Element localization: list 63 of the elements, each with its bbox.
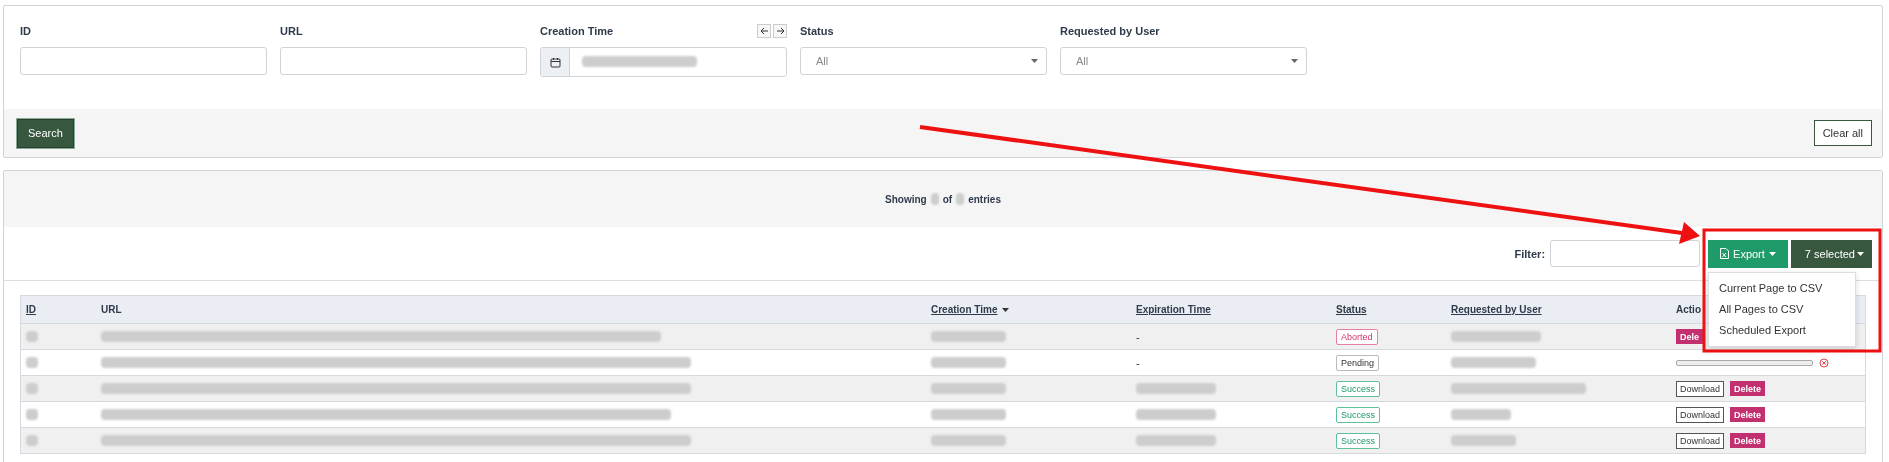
status-badge: Success <box>1336 380 1380 397</box>
field-label: Creation Time <box>540 25 614 37</box>
spreadsheet-file-icon <box>1720 248 1730 259</box>
redacted-text <box>26 357 38 368</box>
redacted-text <box>1451 435 1516 446</box>
status-badge: Success <box>1336 432 1380 449</box>
delete-button[interactable]: Dele <box>1676 329 1703 344</box>
delete-button[interactable]: Delete <box>1730 381 1766 396</box>
download-button[interactable]: Download <box>1676 432 1725 449</box>
caret-icon <box>1031 59 1038 63</box>
redacted-text <box>930 193 939 205</box>
summary-text: entries <box>968 193 1001 205</box>
column-header[interactable]: Status <box>1336 304 1367 315</box>
field-label: Requested by User <box>1060 25 1160 37</box>
cancel-icon[interactable] <box>1819 357 1829 368</box>
download-button[interactable]: Download <box>1676 406 1725 423</box>
caret-icon <box>1857 251 1864 256</box>
status-badge: Success <box>1336 406 1380 423</box>
redacted-text <box>26 409 38 420</box>
right-arrow-icon <box>775 27 785 35</box>
column-header[interactable]: Creation Time <box>931 304 998 315</box>
clear-all-button[interactable]: Clear all <box>1813 120 1872 146</box>
column-header[interactable]: ID <box>26 304 36 315</box>
status-badge: Aborted <box>1336 328 1378 345</box>
redacted-text <box>26 383 38 394</box>
search-button[interactable]: Search <box>17 118 74 148</box>
column-header[interactable]: Expiration Time <box>1136 304 1211 315</box>
table-cell: - <box>1136 356 1140 369</box>
download-button[interactable]: Download <box>1676 380 1725 397</box>
next-button[interactable] <box>773 24 787 38</box>
redacted-text <box>956 193 965 205</box>
field-label: Status <box>800 25 834 37</box>
column-header[interactable]: Requested by User <box>1451 304 1542 315</box>
caret-icon <box>1291 59 1298 63</box>
date-field[interactable] <box>540 47 787 77</box>
menu-item[interactable]: All Pages to CSV <box>1709 298 1856 320</box>
delete-button[interactable]: Delete <box>1730 407 1766 422</box>
menu-item[interactable]: Scheduled Export <box>1709 319 1856 341</box>
select-field[interactable]: All <box>800 47 1047 75</box>
text-field[interactable] <box>20 47 267 75</box>
table-cell: - <box>1136 330 1140 343</box>
calendar-icon <box>549 56 561 68</box>
redacted-text <box>1451 409 1511 420</box>
filter-label: Filter: <box>1514 247 1546 260</box>
filter-field[interactable] <box>1550 240 1701 267</box>
export-button[interactable]: Export <box>1708 239 1788 268</box>
field-label: URL <box>280 25 303 37</box>
field-label: ID <box>20 25 31 37</box>
summary-text: of <box>942 193 953 205</box>
column-header: Actio <box>1676 304 1701 315</box>
summary-text: Showing <box>885 193 927 205</box>
selection-button[interactable]: 7 selected <box>1790 239 1872 268</box>
menu-item[interactable]: Current Page to CSV <box>1709 277 1856 299</box>
caret-icon <box>1768 251 1776 256</box>
redacted-text <box>26 435 38 446</box>
redacted-text <box>26 331 38 342</box>
left-arrow-icon <box>759 27 769 35</box>
previous-button[interactable] <box>757 24 771 38</box>
column-header: URL <box>101 304 122 315</box>
status-badge: Pending <box>1336 354 1380 371</box>
select-field[interactable]: All <box>1060 47 1307 75</box>
text-field[interactable] <box>280 47 527 75</box>
delete-button[interactable]: Delete <box>1730 433 1766 448</box>
